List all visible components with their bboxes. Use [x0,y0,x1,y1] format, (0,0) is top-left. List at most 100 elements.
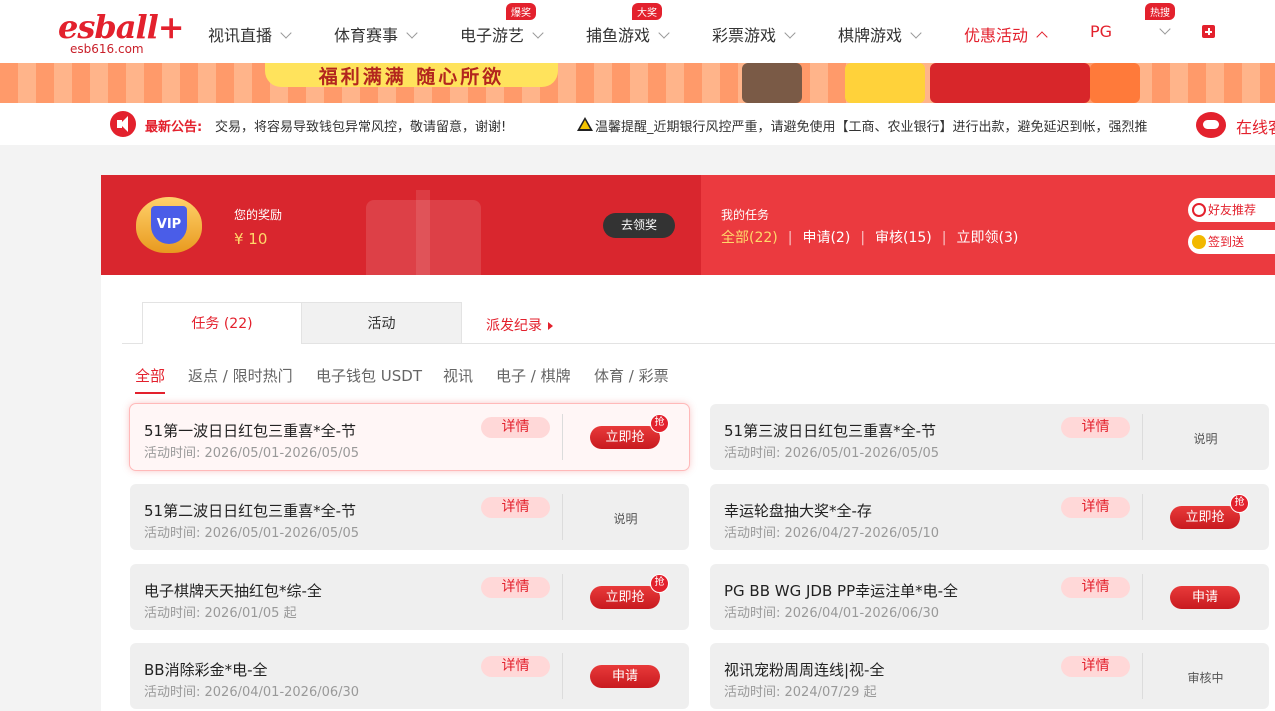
card-date: 活动时间: 2026/01/05 起 [144,606,297,621]
nav-item-chess[interactable]: 棋牌游戏 [838,22,922,46]
coin-icon [1192,235,1206,249]
figure-illustration [1090,63,1140,103]
category-all[interactable]: 全部 [135,365,166,394]
swiss-flag-icon[interactable] [1202,25,1215,38]
customer-service-link[interactable]: 在线客服 [1236,114,1275,138]
details-button[interactable]: 详情 [1061,497,1130,518]
card-title: 视讯宠粉周周连线|视-全 [724,661,885,679]
task-filter-claim[interactable]: 立即领(3) [957,230,1019,246]
checkin-button[interactable]: 签到送 [1188,230,1275,254]
card-divider [562,414,563,460]
separator: | [941,230,947,246]
logo-wordmark: esball+ [58,8,185,46]
promo-banner[interactable]: 福利满满 随心所欲 [0,63,1275,103]
distribution-history-link[interactable]: 派发纪录 [486,315,553,335]
category-rebate-hot[interactable]: 返点 / 限时热门 [188,365,293,386]
category-slots-chess[interactable]: 电子 / 棋牌 [496,365,571,386]
chevron-down-icon [1159,23,1171,35]
vip-shield: VIP [151,206,187,244]
nav-label: 优惠活动 [964,26,1029,45]
details-button[interactable]: 详情 [1061,656,1130,677]
friend-referral-button[interactable]: 好友推荐 [1188,198,1275,222]
nav-label: 体育赛事 [334,26,399,45]
nav-label: PG [1090,22,1113,41]
vip-badge-icon: VIP [136,197,202,253]
apply-button[interactable]: 申请 [590,665,660,688]
category-live[interactable]: 视讯 [443,365,473,386]
warning-text: 温馨提醒_近期银行风控严重，请避免使用【工商、农业银行】进行出款，避免延迟到帐，… [595,120,1148,135]
reward-amount: ¥ 10 [234,230,268,248]
top-nav: esball+ esb616.com 视讯直播 体育赛事 电子游艺 爆奖 捕鱼游戏… [0,0,1275,63]
details-button[interactable]: 详情 [481,417,550,438]
task-status-filters: 全部(22) | 申请(2) | 审核(15) | 立即领(3) [721,227,1018,247]
nav-item-sports[interactable]: 体育赛事 [334,22,418,46]
chevron-down-icon [406,27,418,39]
details-button[interactable]: 详情 [481,656,550,677]
category-ewallet-usdt[interactable]: 电子钱包 USDT [316,365,422,386]
details-button[interactable]: 详情 [481,497,550,518]
my-tasks-label: 我的任务 [721,208,770,222]
card-title: 51第一波日日红包三重喜*全-节 [144,422,357,440]
nav-item-live[interactable]: 视讯直播 [208,22,292,46]
action-label: 立即抢 [605,590,645,605]
warning-icon [577,117,593,131]
card-date: 活动时间: 2026/04/01-2026/06/30 [724,606,940,621]
explanation-link[interactable]: 说明 [562,510,689,527]
customer-service-icon[interactable] [1196,112,1226,138]
trending-badge: 热搜 [1145,3,1175,20]
nav-label: 彩票游戏 [712,26,777,45]
promo-card: 视讯宠粉周周连线|视-全 活动时间: 2024/07/29 起 详情 审核中 [710,643,1269,709]
prize-badge: 大奖 [632,3,663,20]
checkin-label: 签到送 [1208,235,1245,249]
details-button[interactable]: 详情 [1061,417,1130,438]
under-review-status: 审核中 [1187,671,1224,685]
explanation-link[interactable]: 说明 [1142,430,1269,447]
chevron-down-icon [280,27,292,39]
nav-label: 捕鱼游戏 [586,26,651,45]
promo-card: 51第一波日日红包三重喜*全-节 活动时间: 2026/05/01-2026/0… [130,404,689,470]
claim-reward-button[interactable]: 去领奖 [603,213,675,238]
reward-label: 您的奖励 [234,208,283,222]
caret-right-icon [548,322,553,330]
chevron-down-icon [658,27,670,39]
notice-marquee[interactable]: 交易，将容易导致钱包异常风控，敬请留意，谢谢! [215,116,506,135]
card-date: 活动时间: 2026/05/01-2026/05/05 [144,526,360,541]
card-title: PG BB WG JDB PP幸运注单*电-全 [724,582,959,600]
action-label: 立即抢 [1185,510,1225,525]
task-filter-review[interactable]: 审核(15) [875,230,932,246]
promo-card: PG BB WG JDB PP幸运注单*电-全 活动时间: 2026/04/01… [710,564,1269,630]
nav-label: 视讯直播 [208,26,273,45]
nav-item-slots[interactable]: 电子游艺 爆奖 [460,3,544,46]
promo-card: BB消除彩金*电-全 活动时间: 2026/04/01-2026/06/30 详… [130,643,689,709]
card-date: 活动时间: 2026/04/27-2026/05/10 [724,526,940,541]
action-label: 立即抢 [605,430,645,445]
nav-item-fishing[interactable]: 捕鱼游戏 大奖 [586,3,670,46]
gift-icon [366,190,481,275]
tab-tasks[interactable]: 任务 (22) [142,302,302,344]
apply-button[interactable]: 申请 [1170,586,1240,609]
nav-item-lottery[interactable]: 彩票游戏 [712,22,796,46]
card-title: 51第三波日日红包三重喜*全-节 [724,422,937,440]
grab-badge: 抢 [1230,494,1249,513]
task-filter-all[interactable]: 全部(22) [721,230,778,246]
nav-item-promotions[interactable]: 优惠活动 [964,22,1048,46]
card-title: 51第二波日日红包三重喜*全-节 [144,502,357,520]
grab-now-button[interactable]: 立即抢抢 [1170,494,1249,529]
esball-logo[interactable]: esball+ esb616.com [58,8,185,58]
task-filter-apply[interactable]: 申请(2) [802,230,850,246]
promo-card: 电子棋牌天天抽红包*综-全 活动时间: 2026/01/05 起 详情 立即抢抢 [130,564,689,630]
tab-activities[interactable]: 活动 [302,302,462,344]
separator: | [787,230,793,246]
grab-now-button[interactable]: 立即抢抢 [590,414,669,449]
reward-panel: VIP 您的奖励 ¥ 10 去领奖 [101,175,701,275]
nav-item-more[interactable]: 热搜 [1145,3,1175,41]
star-mascot-illustration [845,63,925,103]
nav-item-pg[interactable]: PG [1090,22,1112,41]
category-sports-lottery[interactable]: 体育 / 彩票 [594,365,669,386]
grab-badge: 抢 [650,414,669,433]
nav-label: 棋牌游戏 [838,26,903,45]
details-button[interactable]: 详情 [481,577,550,598]
details-button[interactable]: 详情 [1061,577,1130,598]
grab-now-button[interactable]: 立即抢抢 [590,574,669,609]
notice-label: 最新公告: [145,120,203,135]
